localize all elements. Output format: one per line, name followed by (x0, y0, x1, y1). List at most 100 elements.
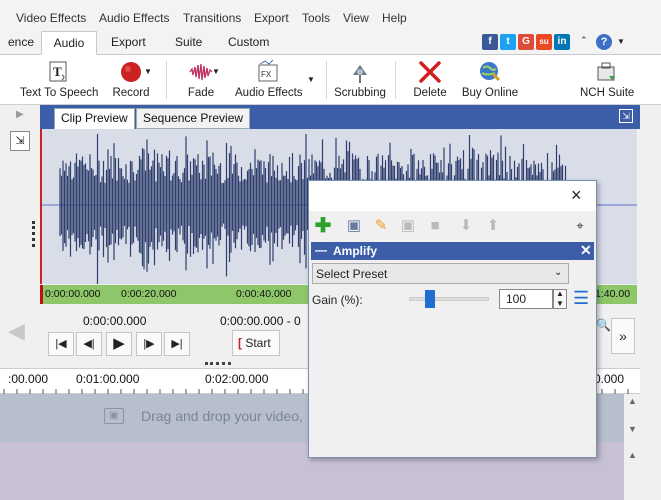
start-button[interactable]: [ Start (232, 330, 280, 356)
text-to-speech-label: Text To Speech (20, 87, 99, 99)
nch-suite-button[interactable]: NCH Suite (580, 57, 634, 103)
preset-value: Select Preset (316, 267, 388, 281)
tab-sequence[interactable]: ence (0, 31, 44, 55)
splitter-grip[interactable] (205, 362, 231, 366)
menu-transitions[interactable]: Transitions (183, 11, 241, 25)
gain-value: 100 (506, 292, 527, 306)
prev-panel-arrow-icon[interactable]: ◀ (8, 318, 25, 344)
timeline-mark: 0.000 (594, 372, 625, 386)
timeline-mark: 0:01:00.000 (76, 372, 140, 386)
tab-export[interactable]: Export (101, 31, 156, 55)
twitter-icon[interactable]: t (500, 34, 516, 50)
nch-suite-icon (597, 62, 615, 81)
preset-select[interactable]: Select Preset ⌄ (312, 263, 569, 284)
play-button[interactable]: ▶ (106, 332, 132, 356)
effect-title: Amplify (333, 244, 378, 258)
linkedin-icon[interactable]: in (554, 34, 570, 50)
ribbon-tabs: ence Audio Export Suite Custom f t G su … (0, 31, 661, 55)
timeline-scrollbar[interactable]: ▲ ▼ ▲ (624, 394, 640, 500)
spin-down-icon[interactable]: ▼ (556, 299, 564, 308)
audio-effects-dropdown-icon[interactable]: ▼ (307, 75, 315, 84)
move-down-icon[interactable]: ⬇ (457, 217, 475, 235)
collapse-ribbon-icon[interactable]: ⌃ (580, 35, 588, 46)
drop-hint: Drag and drop your video, (141, 408, 303, 424)
record-label: Record (112, 87, 150, 99)
fade-button[interactable]: Fade (180, 57, 222, 103)
tab-custom[interactable]: Custom (218, 31, 279, 55)
selection-range: 0:00:00.000 - 0 (220, 314, 301, 328)
toolbar-separator (395, 61, 396, 99)
audio-effects-button[interactable]: FX Audio Effects (235, 57, 303, 103)
delete-button[interactable]: Delete (408, 57, 452, 103)
delete-icon (419, 61, 441, 83)
check-list-icon[interactable]: ▣ (399, 217, 417, 235)
remove-effect-icon[interactable]: ✕ (580, 242, 592, 259)
menu-view[interactable]: View (343, 11, 369, 25)
help-icon[interactable]: ? (596, 34, 612, 50)
menu-video-effects[interactable]: Video Effects (16, 11, 86, 25)
add-effect-icon[interactable]: ✚ (314, 216, 332, 236)
chevron-down-icon: ⌄ (554, 267, 563, 278)
spin-up-icon[interactable]: ▲ (556, 289, 564, 298)
buy-online-button[interactable]: Buy Online (461, 57, 519, 103)
gain-slider-track[interactable] (409, 297, 489, 301)
text-to-speech-button[interactable]: T Text To Speech (20, 57, 99, 103)
google-plus-icon[interactable]: G (518, 34, 534, 50)
fade-label: Fade (187, 87, 215, 99)
undock-icon[interactable]: ⇲ (10, 131, 30, 151)
step-back-button[interactable]: ◀| (76, 332, 102, 356)
gain-input[interactable]: 100 (499, 289, 553, 309)
undock-preview-icon[interactable]: ⇲ (619, 109, 633, 123)
delete-label: Delete (413, 87, 447, 99)
edit-icon[interactable]: ✎ (372, 217, 390, 235)
tab-audio[interactable]: Audio (41, 31, 97, 55)
panel-grip[interactable] (32, 221, 36, 247)
help-dropdown-icon[interactable]: ▼ (617, 37, 625, 46)
audio-effects-icon: FX (258, 59, 278, 82)
save-icon[interactable]: ▣ (345, 217, 363, 235)
stumbleupon-icon[interactable]: su (536, 34, 552, 50)
menu-lines-icon[interactable]: ☰ (573, 288, 589, 309)
record-dropdown-icon[interactable]: ▼ (144, 67, 152, 76)
go-to-start-button[interactable]: |◀ (48, 332, 74, 356)
preview-tab-bar: Clip Preview Sequence Preview ⇲ (40, 105, 640, 129)
scrubbing-label: Scrubbing (334, 87, 386, 99)
in-marker[interactable] (40, 285, 44, 304)
menu-export[interactable]: Export (254, 11, 289, 25)
fx-glyph: FX (261, 70, 272, 79)
timeline-mark: 0:02:00.000 (205, 372, 269, 386)
tab-suite[interactable]: Suite (165, 31, 212, 55)
scroll-down-icon[interactable]: ▼ (628, 424, 637, 434)
menu-audio-effects[interactable]: Audio Effects (99, 11, 170, 25)
go-to-end-button[interactable]: ▶| (164, 332, 190, 356)
fade-dropdown-icon[interactable]: ▼ (212, 67, 220, 76)
gain-slider-thumb[interactable] (424, 290, 435, 308)
scroll-up-icon[interactable]: ▲ (628, 396, 637, 406)
facebook-icon[interactable]: f (482, 34, 498, 50)
collapse-effect-icon[interactable]: — (315, 243, 327, 257)
record-button[interactable]: Record (108, 57, 154, 103)
close-icon[interactable]: × (571, 185, 582, 206)
move-up-icon[interactable]: ⬆ (484, 217, 502, 235)
scrubbing-button[interactable]: Scrubbing (334, 57, 386, 103)
gain-spinner[interactable]: ▲ ▼ (553, 289, 567, 309)
effect-settings-icon[interactable]: ⌖ (571, 217, 589, 235)
toolbar-separator (166, 61, 167, 99)
tab-sequence-preview[interactable]: Sequence Preview (136, 108, 251, 129)
scroll-up-icon[interactable]: ▲ (628, 450, 637, 460)
timeline-mark: :00.000 (8, 372, 49, 386)
globe-icon (480, 62, 501, 82)
ribbon-toolbar: T Text To Speech Record ▼ Fade ▼ FX Audi… (0, 55, 661, 105)
step-forward-button[interactable]: |▶ (136, 332, 162, 356)
menu-bar: Video Effects Audio Effects Transitions … (0, 0, 661, 34)
copy-icon[interactable]: ■ (426, 217, 444, 235)
effect-header[interactable]: — Amplify ✕ (311, 242, 594, 260)
expand-panel-icon[interactable]: ▶ (16, 109, 24, 120)
menu-help[interactable]: Help (382, 11, 407, 25)
dialog-titlebar[interactable]: × (309, 181, 596, 211)
ruler-mark: 1:40.00 (595, 288, 631, 300)
more-controls-button[interactable]: » (611, 318, 635, 354)
menu-tools[interactable]: Tools (302, 11, 330, 25)
zoom-icon[interactable]: 🔍 (596, 318, 611, 332)
tab-clip-preview[interactable]: Clip Preview (54, 108, 135, 129)
